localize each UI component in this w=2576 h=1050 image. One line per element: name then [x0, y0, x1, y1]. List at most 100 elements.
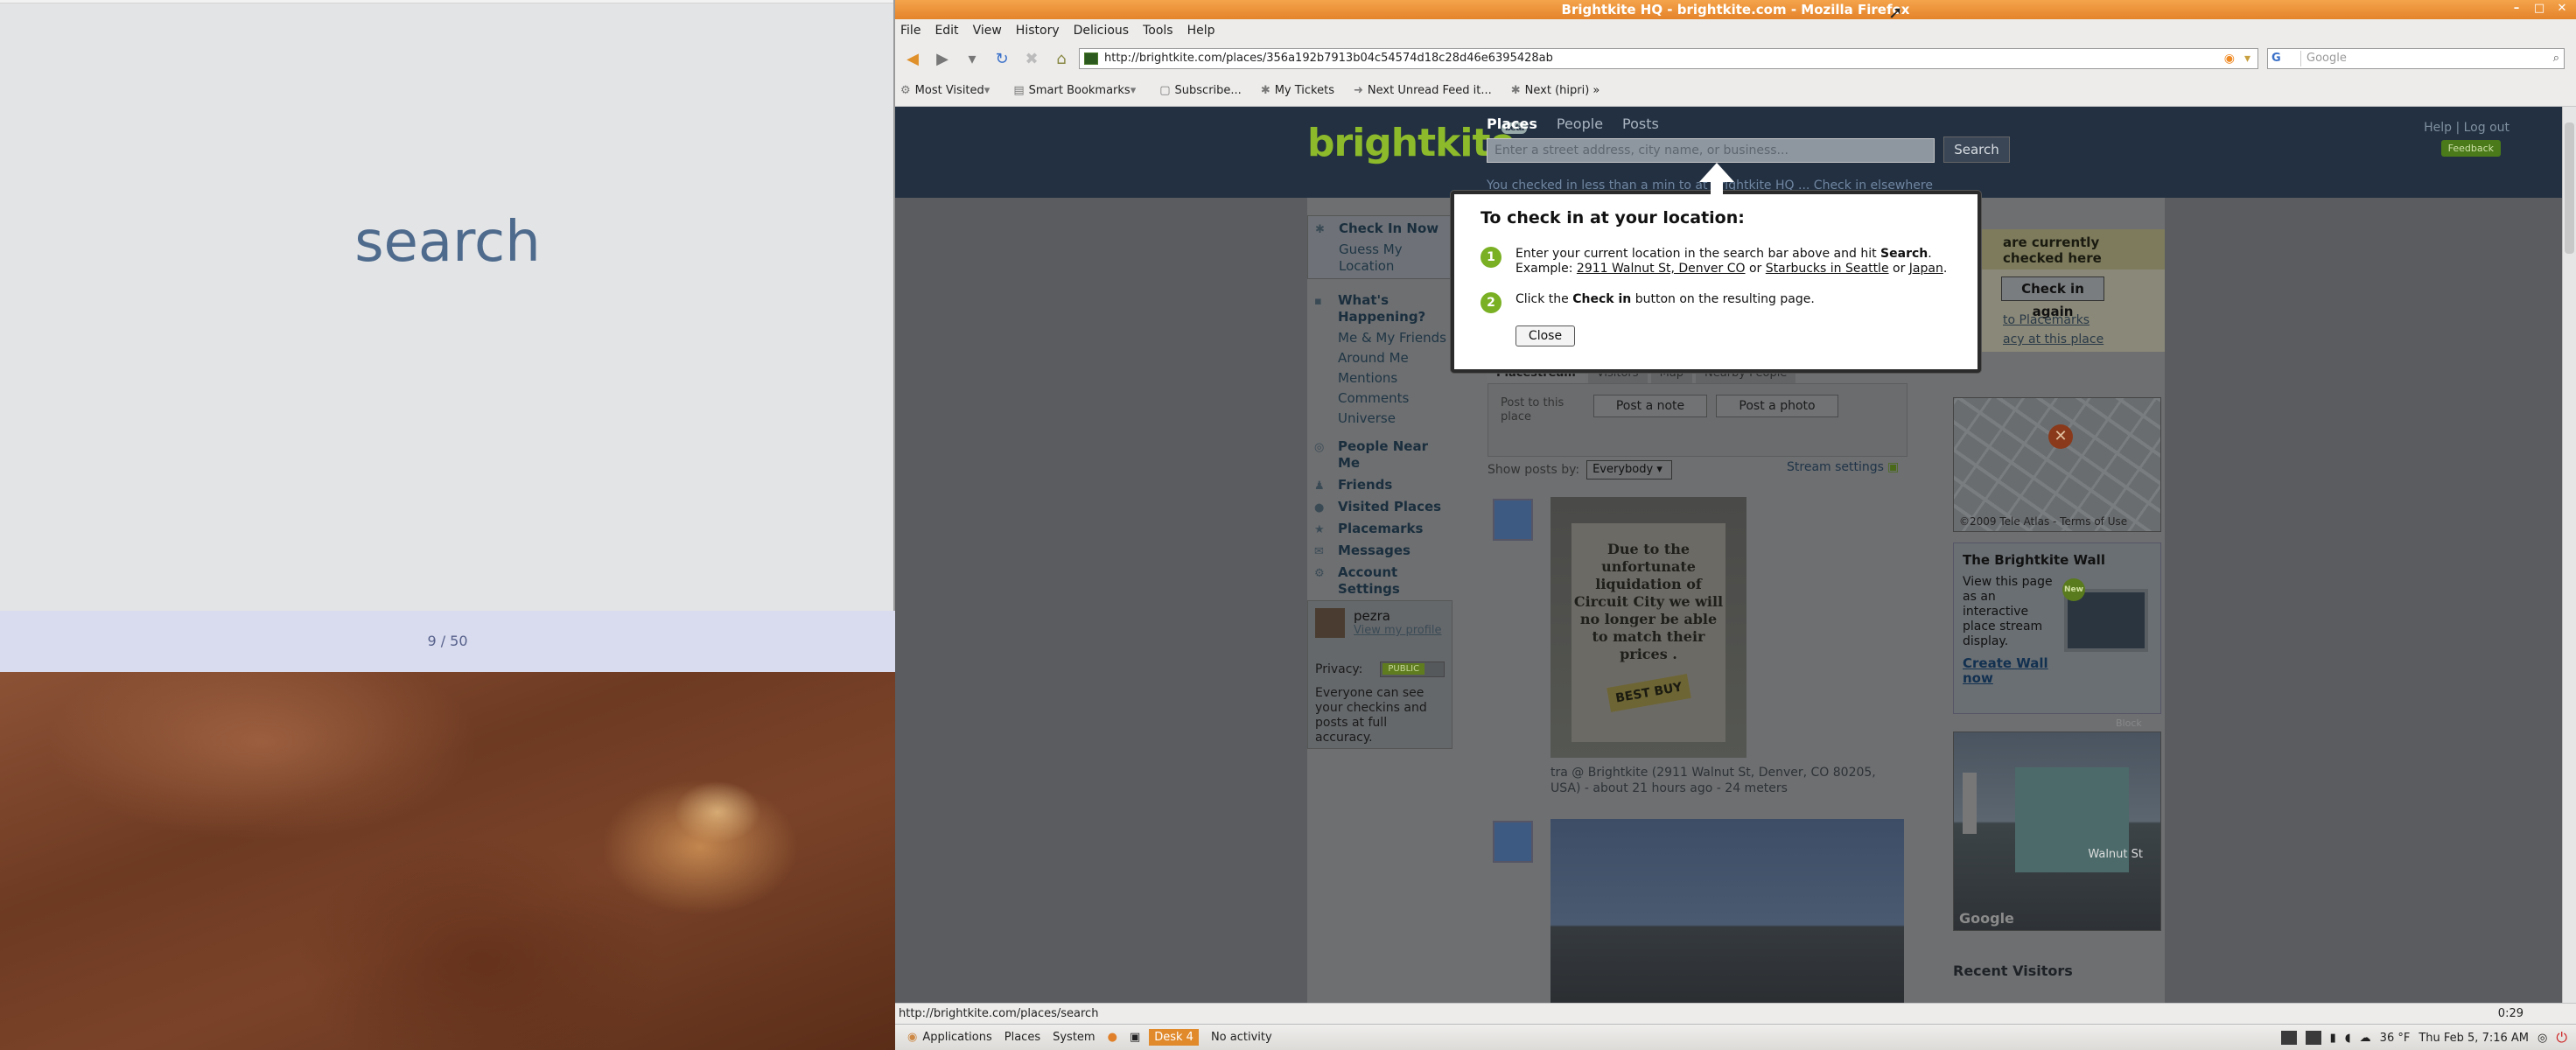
page-scrollbar[interactable] [2562, 107, 2576, 1003]
history-dropdown-icon[interactable]: ▾ [960, 46, 984, 71]
add-to-placemarks-link[interactable]: to Placemarks [2003, 313, 2090, 327]
search-button[interactable]: Search [1943, 136, 2010, 163]
applications-menu[interactable]: ◉ Applications [907, 1031, 992, 1044]
tab-posts[interactable]: Posts [1622, 116, 1659, 132]
close-button[interactable]: Close [1516, 326, 1575, 346]
map-credit[interactable]: ©2009 Tele Atlas - Terms of Use [1959, 515, 2127, 528]
nav-around-me[interactable]: Around Me [1307, 348, 1452, 368]
profile-name: pezra [1354, 608, 1390, 624]
user-icon[interactable]: ◎ [2538, 1032, 2547, 1045]
menu-edit[interactable]: Edit [934, 24, 958, 38]
menu-history[interactable]: History [1016, 24, 1060, 38]
bookmark-my-tickets[interactable]: ✱ My Tickets [1261, 84, 1334, 97]
block-label[interactable]: Block [2116, 718, 2142, 729]
places-menu[interactable]: Places [1004, 1031, 1040, 1044]
check-in-again-button[interactable]: Check in again [2001, 276, 2104, 319]
post-note-button[interactable]: Post a note [1593, 395, 1707, 417]
example-link[interactable]: Japan [1909, 262, 1943, 276]
tray-icon[interactable] [2280, 1031, 2297, 1045]
nav-guess-location[interactable]: Guess My Location [1308, 240, 1452, 276]
post-photo[interactable]: Due to the unfortunate liquidation of Ci… [1550, 497, 1746, 758]
tray-icon[interactable] [2305, 1031, 2321, 1045]
firefox-launcher-icon[interactable]: ● [1108, 1031, 1117, 1044]
nav-whats-happening[interactable]: ▪ What's Happening? [1307, 290, 1452, 328]
rss-feed-icon[interactable]: ◉ [2224, 49, 2235, 68]
post-photo[interactable] [1550, 819, 1904, 1003]
nav-messages[interactable]: ✉ Messages [1307, 540, 1452, 562]
maximize-icon[interactable]: □ [2532, 2, 2546, 16]
stream-settings-link[interactable]: Stream settings ▣ [1787, 460, 1899, 474]
forward-arrow-icon[interactable]: ▶ [930, 46, 955, 71]
bookmark-star-icon[interactable]: ▾ [2244, 49, 2250, 68]
location-search-input[interactable]: Enter a street address, city name, or bu… [1487, 138, 1935, 163]
url-text: http://brightkite.com/places/356a192b791… [1104, 52, 1553, 65]
bookmark-smart-bookmarks[interactable]: ▤ Smart Bookmarks ▾ [1013, 84, 1140, 97]
street-view[interactable]: Walnut St Google [1953, 732, 2161, 931]
example-link[interactable]: Starbucks in Seattle [1766, 262, 1889, 276]
browser-search-box[interactable]: G Google ⌕ [2267, 48, 2565, 69]
nav-placemarks[interactable]: ★ Placemarks [1307, 518, 1452, 540]
nav-account-settings[interactable]: ⚙ Account Settings [1307, 562, 1452, 600]
menu-file[interactable]: File [900, 24, 920, 38]
search-engine-selector[interactable]: G [2272, 51, 2301, 66]
back-arrow-icon[interactable]: ◀ [900, 46, 925, 71]
privacy-at-place-link[interactable]: acy at this place [2003, 332, 2104, 346]
nav-friends[interactable]: ♟ Friends [1307, 474, 1452, 496]
bookmark-next-unread-feed[interactable]: ➜ Next Unread Feed it... [1354, 84, 1492, 97]
window-title: Brightkite HQ - brightkite.com - Mozilla… [1561, 2, 1910, 18]
post-photo-button[interactable]: Post a photo [1716, 395, 1838, 417]
nav-universe[interactable]: Universe [1307, 409, 1452, 429]
bookmark-subscribe[interactable]: ▢ Subscribe... [1159, 84, 1242, 97]
clock[interactable]: Thu Feb 5, 7:16 AM [2418, 1032, 2529, 1045]
menu-delicious[interactable]: Delicious [1074, 24, 1130, 38]
avatar[interactable] [1493, 499, 1533, 541]
map-pin-icon[interactable]: ✕ [2048, 424, 2073, 449]
system-menu[interactable]: System [1053, 1031, 1095, 1044]
avatar[interactable] [1315, 608, 1345, 638]
brightkite-tabs: Places People Posts [1487, 116, 1659, 132]
posts-filter-select[interactable]: Everybody ▾ [1586, 460, 1673, 480]
view-profile-link[interactable]: View my profile [1354, 624, 1445, 637]
avatar[interactable] [1493, 821, 1533, 863]
volume-icon[interactable]: ◖ [2345, 1032, 2351, 1045]
help-logout-links[interactable]: Help | Log out [2424, 121, 2510, 135]
gear-icon: ⚙ [900, 84, 911, 97]
close-window-icon[interactable]: ✕ [2555, 2, 2569, 16]
bookmark-most-visited[interactable]: ⚙ Most Visited ▾ [900, 84, 994, 97]
envelope-icon: ✉ [1314, 545, 1324, 558]
terminal-launcher-icon[interactable]: ▣ [1130, 1031, 1140, 1044]
example-link[interactable]: 2911 Walnut St, Denver CO [1577, 262, 1746, 276]
stop-icon[interactable]: ✖ [1019, 46, 1044, 71]
url-bar[interactable]: http://brightkite.com/places/356a192b791… [1079, 48, 2258, 69]
zoom-control[interactable] [1963, 773, 1977, 834]
place-map[interactable]: ✕ ©2009 Tele Atlas - Terms of Use [1953, 397, 2161, 532]
bookmark-next-hipri[interactable]: ✱ Next (hipri) » [1511, 84, 1600, 97]
tab-people[interactable]: People [1557, 116, 1603, 132]
slide-title: search [354, 210, 541, 275]
nav-visited-places[interactable]: ● Visited Places [1307, 496, 1452, 518]
nav-check-in-now[interactable]: ✱ Check In Now [1308, 218, 1452, 240]
minimize-icon[interactable]: – [2510, 2, 2524, 16]
workspace-indicator[interactable]: Desk 4 [1149, 1029, 1199, 1046]
brightkite-logo[interactable]: brightkite beta [1307, 121, 1528, 165]
menu-view[interactable]: View [973, 24, 1002, 38]
menu-tools[interactable]: Tools [1143, 24, 1173, 38]
feedback-button[interactable]: Feedback [2440, 140, 2501, 157]
reload-icon[interactable]: ↻ [990, 46, 1014, 71]
home-icon[interactable]: ⌂ [1049, 46, 1074, 71]
nav-comments[interactable]: Comments [1307, 388, 1452, 409]
menu-help[interactable]: Help [1187, 24, 1215, 38]
network-icon[interactable]: ▮ [2330, 1032, 2336, 1045]
checked-in-title: are currently checked here [1950, 229, 2165, 270]
privacy-toggle[interactable]: PUBLIC [1380, 662, 1445, 677]
search-icon[interactable]: ⌕ [2553, 49, 2559, 68]
nav-me-and-friends[interactable]: Me & My Friends [1307, 328, 1452, 348]
power-icon[interactable]: ⏻ [2556, 1029, 2567, 1046]
nav-mentions[interactable]: Mentions [1307, 368, 1452, 388]
step-text: Enter your current location in the searc… [1516, 247, 1948, 276]
scrollbar-thumb[interactable] [2565, 122, 2574, 254]
nav-people-near-me[interactable]: ◎ People Near Me [1307, 436, 1452, 474]
tab-places[interactable]: Places [1487, 116, 1537, 132]
create-wall-link[interactable]: Create Wall now [1963, 656, 2050, 686]
weather-icon: ☁ [2359, 1031, 2371, 1045]
